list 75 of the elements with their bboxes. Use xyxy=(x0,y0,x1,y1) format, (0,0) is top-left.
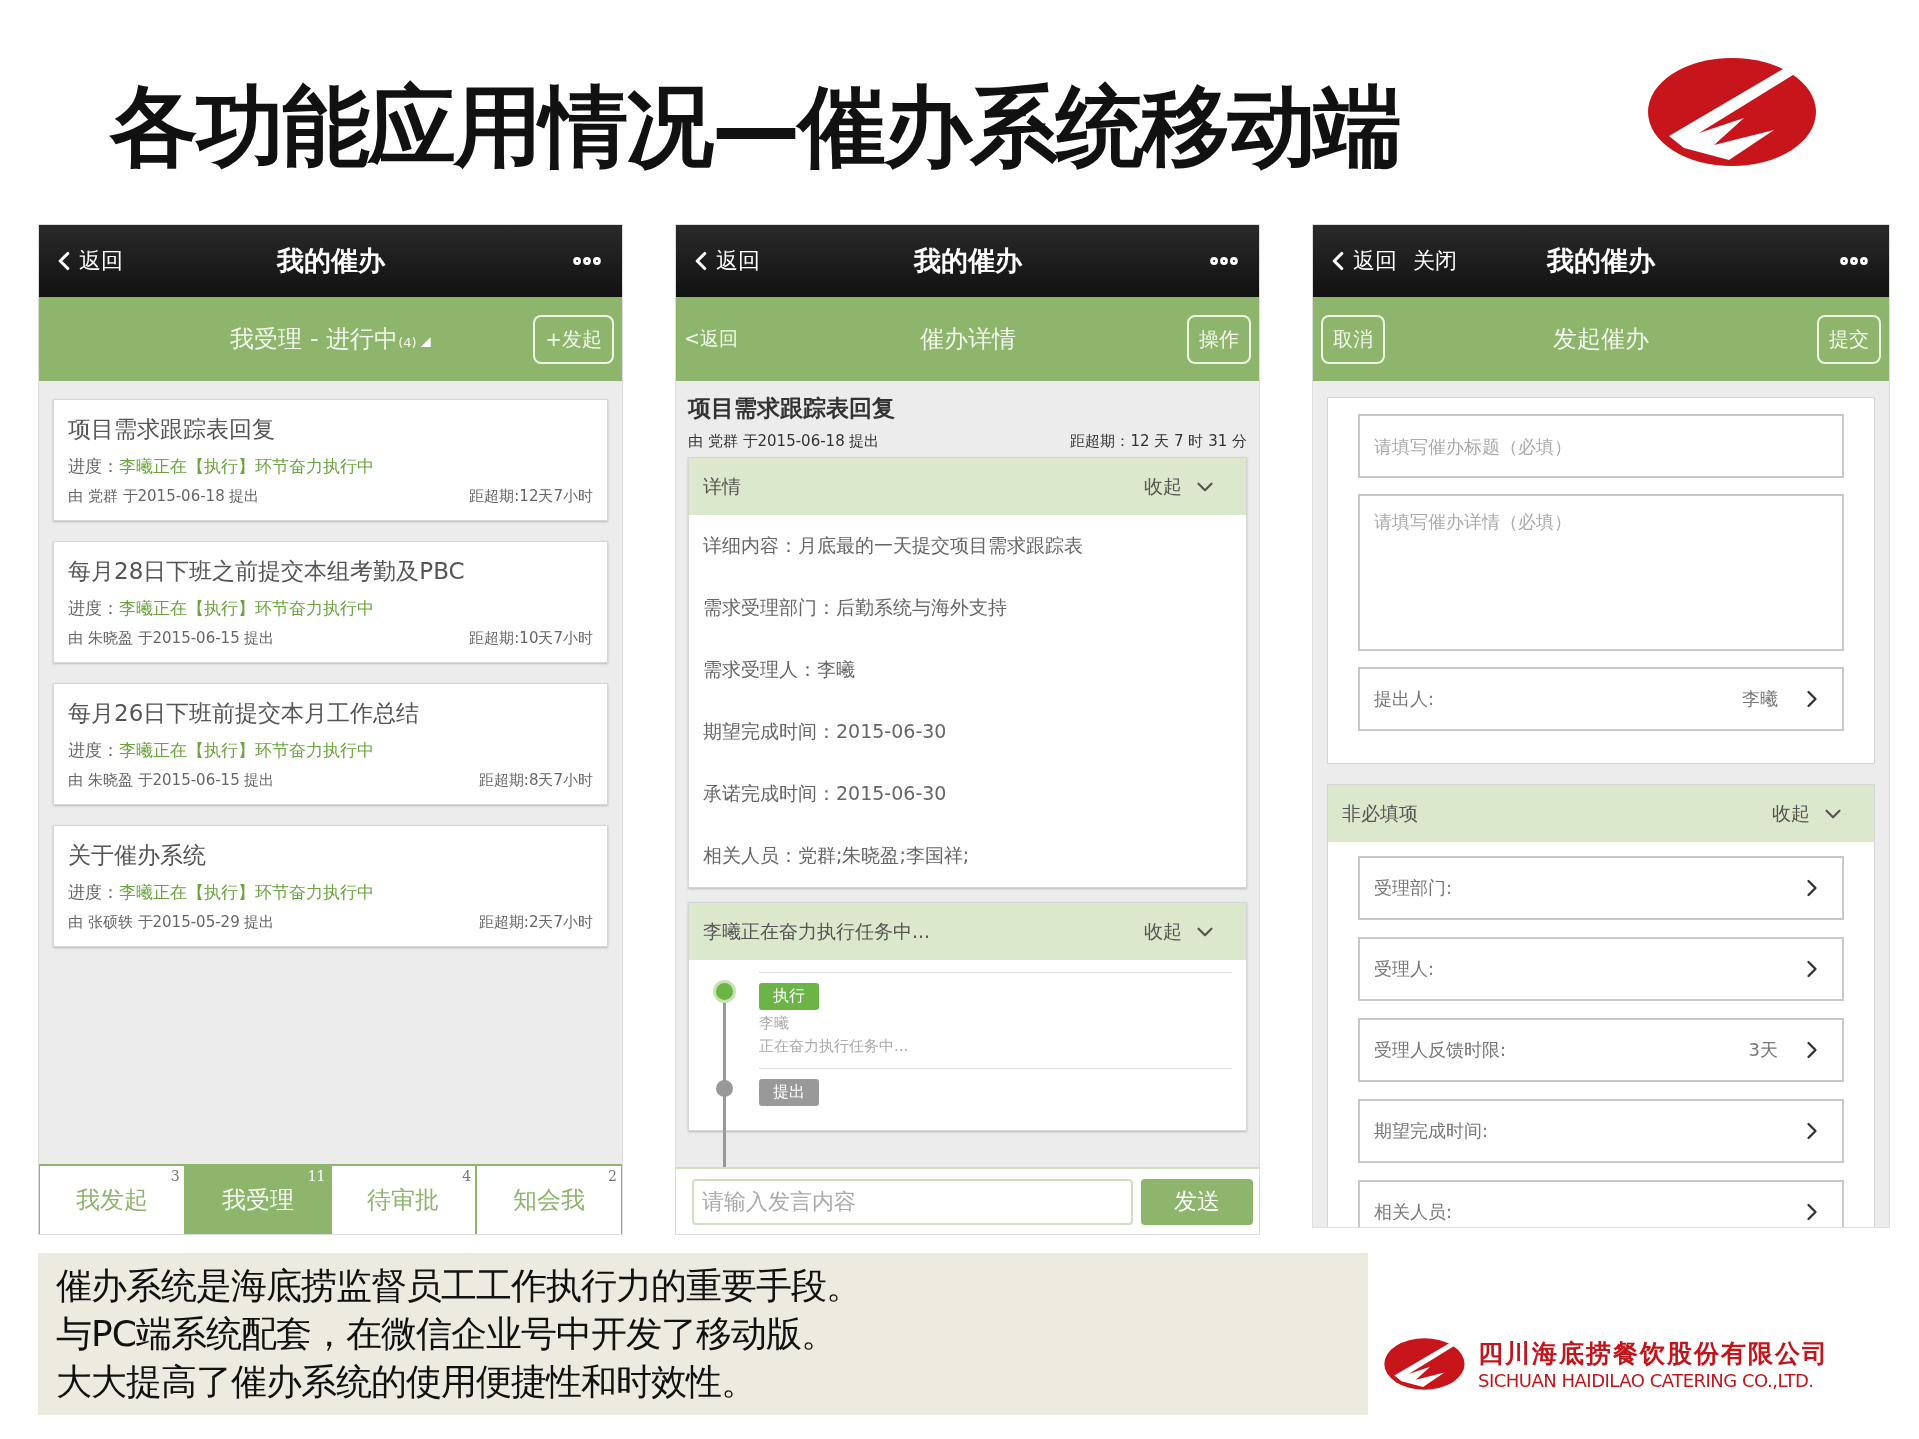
tab-count: 3 xyxy=(170,1168,180,1184)
caption-line: 与PC端系统配套，在微信企业号中开发了移动版。 xyxy=(56,1312,837,1356)
details-input[interactable]: 请填写催办详情（必填） xyxy=(1358,494,1844,651)
company-name-english: SICHUAN HAIDILAO CATERING CO.,LTD. xyxy=(1478,1370,1815,1391)
task-title: 项目需求跟踪表回复 xyxy=(688,394,896,423)
nav-title: 我的催办 xyxy=(1547,244,1655,278)
task-submitter: 由 张硕轶 于2015-05-29 提出 xyxy=(68,913,275,932)
bottom-tab[interactable]: 我发起 3 xyxy=(39,1166,185,1234)
panel-title: 详情 xyxy=(703,473,741,499)
progress-status: 李曦正在【执行】环节奋力执行中 xyxy=(119,880,374,904)
back-link[interactable]: 返回 xyxy=(1353,246,1397,276)
slide-title: 各功能应用情况—催办系统移动端 xyxy=(110,73,1400,180)
task-submitter: 由 党群 于2015-06-18 提出 xyxy=(688,432,880,451)
task-card[interactable]: 每月28日下班之前提交本组考勤及PBC 进度：李曦正在【执行】环节奋力执行中 由 朱晓盈 于2015-06-15 提出 距超期:10天7小时 xyxy=(53,541,608,663)
title-input[interactable]: 请填写催办标题（必填） xyxy=(1358,414,1844,478)
header-title: 发起催办 xyxy=(1553,324,1649,355)
detail-row-text: 期望完成时间：2015-06-30 xyxy=(702,719,948,744)
task-submitter: 由 朱晓盈 于2015-06-15 提出 xyxy=(68,771,275,790)
back-link[interactable]: 返回 xyxy=(716,246,760,276)
task-submitter: 由 党群 于2015-06-18 提出 xyxy=(68,487,260,506)
select-field[interactable]: 提出人: 李曦 xyxy=(1358,667,1844,731)
caption-line: 催办系统是海底捞监督员工工作执行力的重要手段。 xyxy=(56,1264,862,1308)
tab-count: 2 xyxy=(608,1168,617,1184)
collapse-toggle[interactable]: 收起 xyxy=(1772,800,1846,827)
bottom-tab[interactable]: 待审批 4 xyxy=(330,1166,477,1234)
task-deadline: 距超期：12 天 7 时 31 分 xyxy=(1070,432,1247,451)
detail-row-text: 需求受理人：李曦 xyxy=(702,657,856,682)
task-title: 关于催办系统 xyxy=(68,841,207,870)
task-submitter: 由 朱晓盈 于2015-06-15 提出 xyxy=(68,629,275,648)
select-field[interactable]: 相关人员: xyxy=(1358,1180,1844,1227)
nav-title: 我的催办 xyxy=(276,244,385,278)
step-person: 李曦 xyxy=(759,1014,789,1033)
task-deadline: 距超期:2天7小时 xyxy=(478,913,593,932)
task-title: 项目需求跟踪表回复 xyxy=(68,415,276,444)
company-name: 四川海底捞餐饮股份有限公司 xyxy=(1478,1338,1829,1370)
progress-status: 李曦正在【执行】环节奋力执行中 xyxy=(119,596,374,620)
step-tag: 执行 xyxy=(759,983,819,1010)
collapse-toggle[interactable]: 收起 xyxy=(1144,918,1218,945)
close-link[interactable]: 关闭 xyxy=(1413,246,1457,276)
progress-label: 进度： xyxy=(68,880,119,904)
progress-status: 李曦正在【执行】环节奋力执行中 xyxy=(119,738,374,762)
detail-row-text: 需求受理部门：后勤系统与海外支持 xyxy=(702,595,1008,620)
progress-label: 进度： xyxy=(68,454,119,478)
bottom-tab[interactable]: 知会我 2 xyxy=(476,1166,622,1234)
detail-row-text: 相关人员：党群;朱晓盈;李国祥; xyxy=(702,843,971,868)
task-card[interactable]: 关于催办系统 进度：李曦正在【执行】环节奋力执行中 由 张硕轶 于2015-05-29 提出 距超期:2天7小时 xyxy=(53,825,608,947)
progress-status: 李曦正在【执行】环节奋力执行中 xyxy=(119,454,374,478)
detail-row-text: 详细内容：月底最的一天提交项目需求跟踪表 xyxy=(702,533,1084,558)
collapse-toggle[interactable]: 收起 xyxy=(1144,473,1218,500)
select-field[interactable]: 受理人反馈时限: 3天 xyxy=(1358,1018,1844,1082)
step-tag: 提出 xyxy=(759,1079,819,1106)
task-deadline: 距超期:10天7小时 xyxy=(469,629,593,648)
progress-label: 进度： xyxy=(68,596,119,620)
task-title: 每月26日下班前提交本月工作总结 xyxy=(68,699,421,728)
step-note: 正在奋力执行任务中... xyxy=(759,1037,909,1056)
task-deadline: 距超期:8天7小时 xyxy=(478,771,593,790)
nav-title: 我的催办 xyxy=(913,244,1022,278)
select-field[interactable]: 期望完成时间: xyxy=(1358,1099,1844,1163)
panel-title: 李曦正在奋力执行任务中... xyxy=(703,918,931,944)
message-input[interactable]: 请输入发言内容 xyxy=(692,1178,1133,1225)
task-title: 每月28日下班之前提交本组考勤及PBC xyxy=(68,557,466,586)
dropdown-corner-icon xyxy=(420,337,431,347)
task-card[interactable]: 每月26日下班前提交本月工作总结 进度：李曦正在【执行】环节奋力执行中 由 朱晓盈 于2015-06-15 提出 距超期:8天7小时 xyxy=(53,683,608,805)
header-title: 催办详情 xyxy=(919,324,1016,355)
task-deadline: 距超期:12天7小时 xyxy=(469,487,593,506)
select-field[interactable]: 受理人: xyxy=(1358,937,1844,1001)
tab-count: 4 xyxy=(462,1168,472,1184)
progress-label: 进度： xyxy=(68,738,119,762)
caption-line: 大大提高了催办系统的使用便捷性和时效性。 xyxy=(56,1360,757,1404)
select-field[interactable]: 受理部门: xyxy=(1358,856,1844,920)
task-card[interactable]: 项目需求跟踪表回复 进度：李曦正在【执行】环节奋力执行中 由 党群 于2015-06-18 提出 距超期:12天7小时 xyxy=(53,399,608,521)
tab-count: 11 xyxy=(307,1168,326,1184)
panel-title: 非必填项 xyxy=(1342,800,1418,826)
detail-row-text: 承诺完成时间：2015-06-30 xyxy=(702,781,948,806)
back-link[interactable]: 返回 xyxy=(79,246,123,276)
